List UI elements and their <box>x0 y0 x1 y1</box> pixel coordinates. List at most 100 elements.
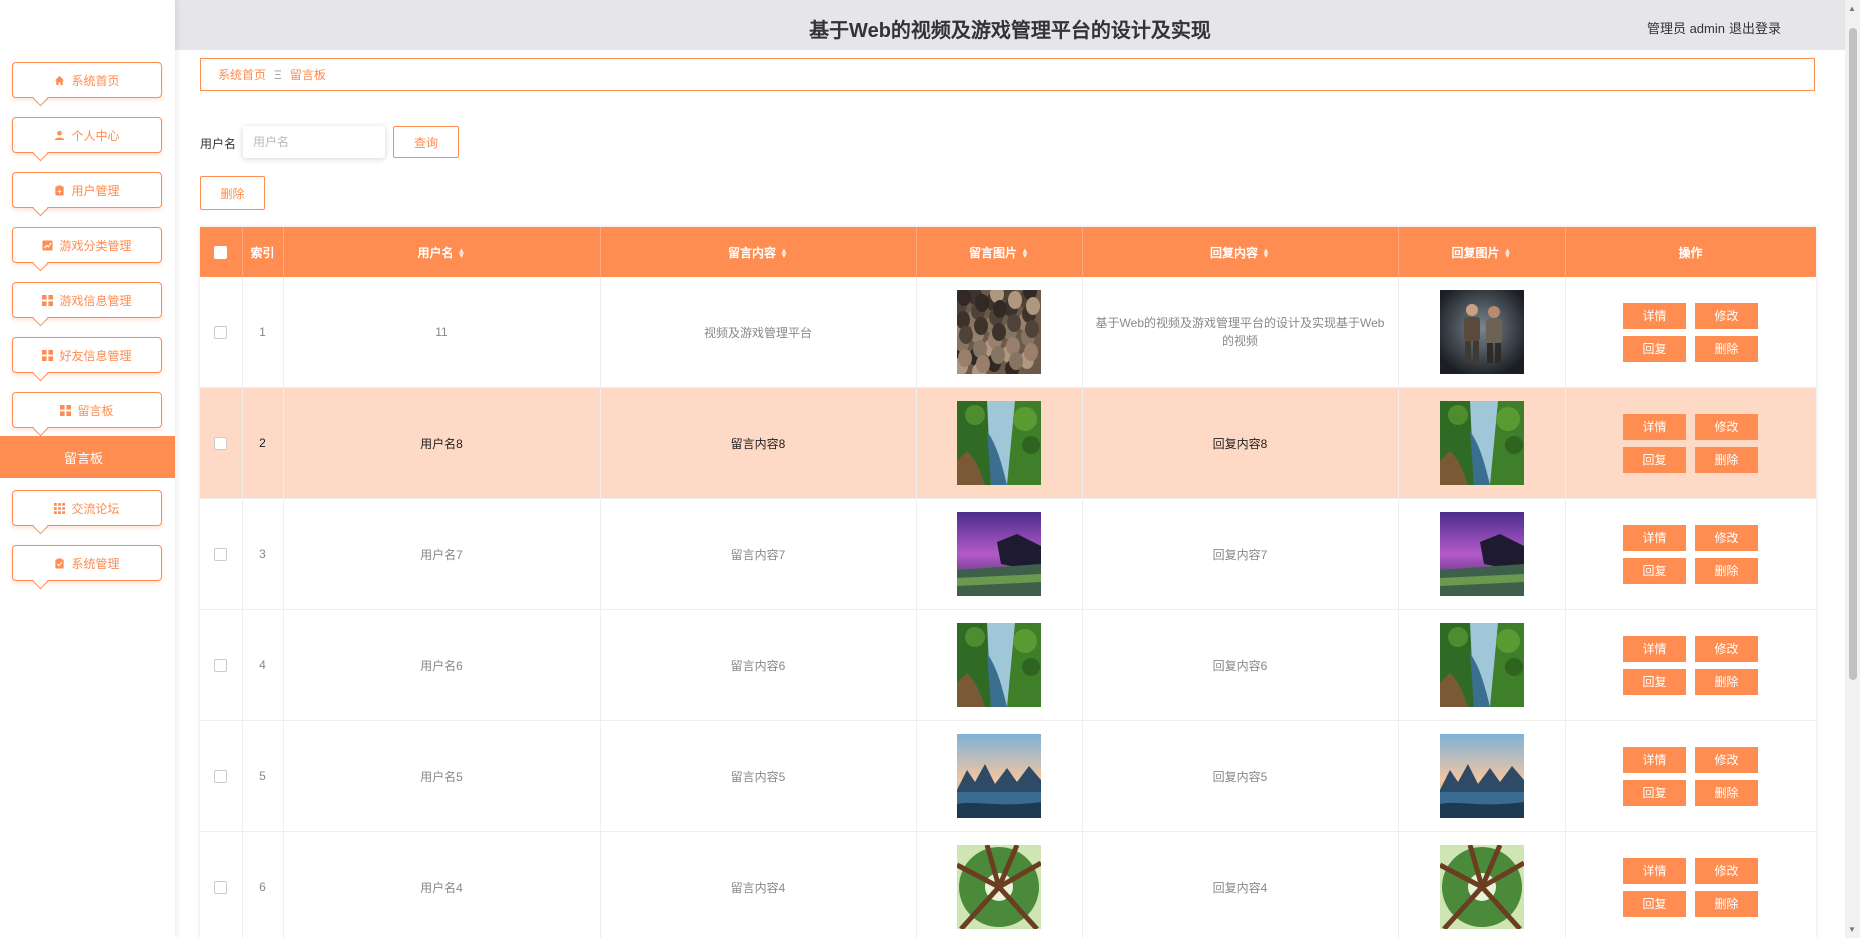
sidebar-item-game-info[interactable]: 游戏信息管理 <box>12 282 162 318</box>
row-edit-button[interactable]: 修改 <box>1695 635 1758 662</box>
sidebar-item-home[interactable]: 系统首页 <box>12 62 162 98</box>
scroll-down-icon[interactable]: ▼ <box>1848 925 1856 934</box>
sidebar-item-user-management[interactable]: 用户管理 <box>12 172 162 208</box>
row-edit-button[interactable]: 修改 <box>1695 302 1758 329</box>
header-message-image[interactable]: 留言图片 ▲ ▼ <box>916 227 1083 277</box>
top-header: 基于Web的视频及游戏管理平台的设计及实现 管理员 admin 退出登录 <box>175 0 1845 50</box>
row-checkbox[interactable] <box>214 326 228 340</box>
scroll-up-icon[interactable]: ▲ <box>1848 4 1856 13</box>
row-reply-button[interactable]: 回复 <box>1623 557 1686 584</box>
karst-mountains-image <box>1439 734 1524 818</box>
row-detail-button[interactable]: 详情 <box>1623 746 1686 773</box>
sort-icon[interactable]: ▲ ▼ <box>1262 247 1270 260</box>
row-reply-button[interactable]: 回复 <box>1623 890 1686 917</box>
row-reply-button[interactable]: 回复 <box>1623 668 1686 695</box>
sidebar-item-forum[interactable]: 交流论坛 <box>12 490 162 526</box>
row-message-image[interactable] <box>916 720 1083 832</box>
row-reply-image[interactable] <box>1398 831 1566 938</box>
sidebar-item-game-category[interactable]: 游戏分类管理 <box>12 227 162 263</box>
row-delete-button[interactable]: 删除 <box>1695 557 1758 584</box>
row-select-cell[interactable] <box>200 720 243 832</box>
header-reply[interactable]: 回复内容 ▲ ▼ <box>1082 227 1399 277</box>
row-reply-image[interactable] <box>1398 277 1566 388</box>
row-checkbox[interactable] <box>214 659 228 673</box>
row-edit-button[interactable]: 修改 <box>1695 413 1758 440</box>
sidebar-item-message-board[interactable]: 留言板 <box>12 392 162 428</box>
batch-delete-button[interactable]: 删除 <box>200 176 265 210</box>
row-detail-button[interactable]: 详情 <box>1623 413 1686 440</box>
header-reply-image[interactable]: 回复图片 ▲ ▼ <box>1398 227 1566 277</box>
search-input[interactable] <box>243 126 385 158</box>
row-detail-button[interactable]: 详情 <box>1623 857 1686 884</box>
table-row[interactable]: 3 用户名7 留言内容7 回复内容7 详情 修改 回复 删除 <box>200 498 1816 610</box>
row-detail-button[interactable]: 详情 <box>1623 524 1686 551</box>
chart-icon <box>42 239 54 251</box>
scrollbar-thumb[interactable] <box>1849 28 1857 680</box>
row-delete-button[interactable]: 删除 <box>1695 890 1758 917</box>
table-row[interactable]: 5 用户名5 留言内容5 回复内容5 详情 修改 回复 删除 <box>200 720 1816 832</box>
row-delete-button[interactable]: 删除 <box>1695 335 1758 362</box>
row-reply-button[interactable]: 回复 <box>1623 779 1686 806</box>
row-select-cell[interactable] <box>200 609 243 721</box>
row-detail-button[interactable]: 详情 <box>1623 302 1686 329</box>
table-row[interactable]: 1 11 视频及游戏管理平台 基于Web的视频及游戏管理平台的设计及实现基于We… <box>200 277 1816 388</box>
select-all-checkbox[interactable] <box>214 246 228 260</box>
table-row[interactable]: 6 用户名4 留言内容4 回复内容4 详情 修改 回复 删除 <box>200 831 1816 938</box>
sidebar-subitem-message-board[interactable]: 留言板 <box>0 436 175 478</box>
row-username: 用户名8 <box>283 387 601 499</box>
row-message-image[interactable] <box>916 277 1083 388</box>
vertical-scrollbar[interactable]: ▲ ▼ <box>1845 0 1860 938</box>
row-message-image[interactable] <box>916 831 1083 938</box>
row-message: 留言内容8 <box>600 387 917 499</box>
header-username[interactable]: 用户名 ▲ ▼ <box>283 227 601 277</box>
row-select-cell[interactable] <box>200 498 243 610</box>
row-reply-button[interactable]: 回复 <box>1623 446 1686 473</box>
row-reply-image[interactable] <box>1398 609 1566 721</box>
row-message-image[interactable] <box>916 498 1083 610</box>
row-reply-image[interactable] <box>1398 498 1566 610</box>
sidebar-item-personal-center[interactable]: 个人中心 <box>12 117 162 153</box>
row-checkbox[interactable] <box>214 881 228 895</box>
row-select-cell[interactable] <box>200 387 243 499</box>
row-detail-button[interactable]: 详情 <box>1623 635 1686 662</box>
row-actions: 详情 修改 回复 删除 <box>1565 831 1816 938</box>
header-select-all[interactable] <box>200 227 243 277</box>
header-message[interactable]: 留言内容 ▲ ▼ <box>600 227 917 277</box>
row-edit-button[interactable]: 修改 <box>1695 746 1758 773</box>
clipboard-icon <box>55 184 65 196</box>
row-reply-image[interactable] <box>1398 720 1566 832</box>
row-action-group: 详情 修改 回复 删除 <box>1596 635 1786 695</box>
row-reply: 回复内容4 <box>1082 831 1399 938</box>
row-select-cell[interactable] <box>200 277 243 388</box>
row-message-image[interactable] <box>916 609 1083 721</box>
row-edit-button[interactable]: 修改 <box>1695 857 1758 884</box>
row-checkbox[interactable] <box>214 437 228 451</box>
table-row[interactable]: 4 用户名6 留言内容6 回复内容6 详情 修改 回复 删除 <box>200 609 1816 721</box>
sort-icon[interactable]: ▲ ▼ <box>458 247 466 260</box>
row-action-group: 详情 修改 回复 删除 <box>1596 524 1786 584</box>
row-select-cell[interactable] <box>200 831 243 938</box>
row-message-image[interactable] <box>916 387 1083 499</box>
row-delete-button[interactable]: 删除 <box>1695 779 1758 806</box>
row-reply: 回复内容5 <box>1082 720 1399 832</box>
search-button[interactable]: 查询 <box>393 126 459 158</box>
sidebar-item-system-management[interactable]: 系统管理 <box>12 545 162 581</box>
row-reply-text: 回复内容5 <box>1212 769 1268 784</box>
forest-river-image <box>1439 401 1524 485</box>
breadcrumb-home[interactable]: 系统首页 <box>218 66 266 83</box>
row-delete-button[interactable]: 删除 <box>1695 446 1758 473</box>
sort-icon[interactable]: ▲ ▼ <box>1021 247 1029 260</box>
logout-link[interactable]: 退出登录 <box>1729 18 1781 37</box>
row-edit-button[interactable]: 修改 <box>1695 524 1758 551</box>
row-checkbox[interactable] <box>214 770 228 784</box>
row-delete-button[interactable]: 删除 <box>1695 668 1758 695</box>
sidebar-item-label: 游戏分类管理 <box>59 238 132 253</box>
table-row[interactable]: 2 用户名8 留言内容8 回复内容8 详情 修改 回复 删除 <box>200 387 1816 499</box>
sort-icon[interactable]: ▲ ▼ <box>780 247 788 260</box>
row-checkbox[interactable] <box>214 548 228 562</box>
sidebar-item-label: 游戏信息管理 <box>59 293 132 308</box>
row-reply-image[interactable] <box>1398 387 1566 499</box>
sort-icon[interactable]: ▲ ▼ <box>1504 247 1512 260</box>
row-reply-button[interactable]: 回复 <box>1623 335 1686 362</box>
sidebar-item-friend-info[interactable]: 好友信息管理 <box>12 337 162 373</box>
